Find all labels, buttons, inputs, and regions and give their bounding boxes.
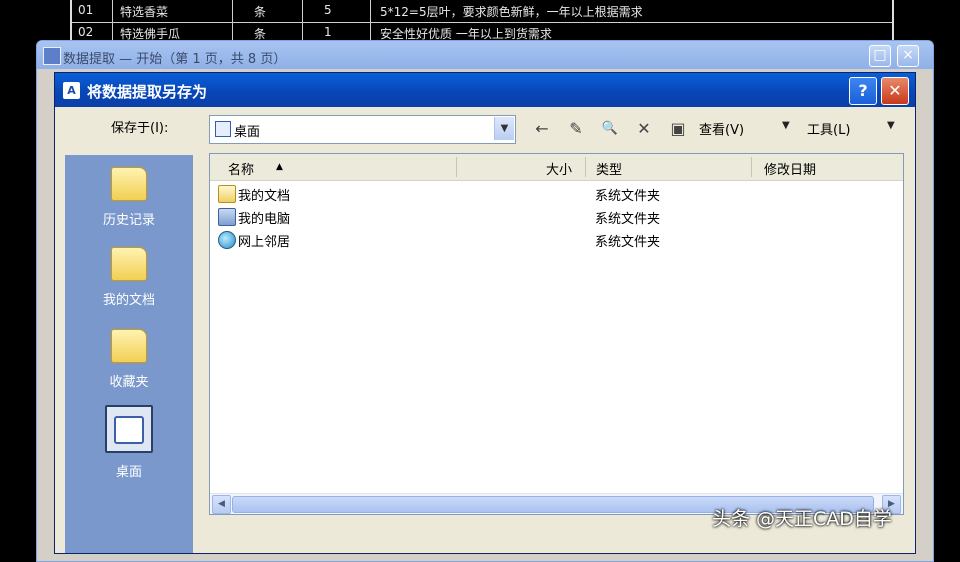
place-history[interactable]: 历史记录 — [65, 167, 193, 228]
bg-cell-qty: 5 — [324, 3, 332, 17]
file-list: 名称 ▲ 大小 类型 修改日期 我的文档 系统文件夹 我的电脑 系统文件夹 网上… — [209, 153, 904, 515]
bg-divider — [232, 0, 233, 44]
bg-cell-qty: 1 — [324, 25, 332, 39]
parent-close-button[interactable]: × — [897, 45, 919, 67]
search-web-button[interactable]: 🔍 — [597, 117, 623, 141]
dialog-title: 将数据提取另存为 — [87, 83, 208, 101]
favorites-folder-icon — [111, 329, 147, 363]
new-folder-button[interactable]: ▣ — [665, 117, 691, 141]
save-as-dialog: A 将数据提取另存为 ? ✕ 保存于(I): 桌面 ▼ ← ✎ 🔍 ✕ ▣ 查看… — [54, 72, 916, 554]
desktop-icon — [105, 405, 153, 453]
save-in-label: 保存于(I): — [111, 121, 169, 136]
place-favorites[interactable]: 收藏夹 — [65, 329, 193, 390]
tools-menu-button[interactable]: 工具(L) — [807, 119, 850, 138]
chevron-down-icon[interactable]: ▼ — [782, 120, 790, 131]
column-header-modified[interactable]: 修改日期 — [764, 159, 816, 178]
bg-divider — [112, 0, 113, 44]
column-header-type[interactable]: 类型 — [596, 159, 622, 178]
my-computer-icon — [218, 208, 236, 226]
bg-cell-num: 02 — [78, 25, 94, 39]
file-list-header: 名称 ▲ 大小 类型 修改日期 — [210, 154, 903, 181]
place-label: 桌面 — [115, 465, 142, 480]
file-row[interactable]: 网上邻居 系统文件夹 — [218, 228, 898, 250]
back-button[interactable]: ← — [529, 117, 555, 141]
column-divider[interactable] — [751, 157, 752, 177]
place-label: 历史记录 — [102, 213, 155, 228]
bg-divider — [370, 0, 371, 44]
close-button[interactable]: ✕ — [881, 77, 909, 105]
chevron-down-icon[interactable]: ▼ — [887, 120, 895, 131]
file-type: 系统文件夹 — [595, 189, 661, 204]
help-button[interactable]: ? — [849, 77, 877, 105]
bg-cell-name: 特选香菜 — [120, 5, 169, 19]
my-documents-icon — [111, 247, 147, 281]
column-divider[interactable] — [585, 157, 586, 177]
bg-cell-num: 01 — [78, 3, 94, 17]
column-header-name[interactable]: 名称 — [228, 159, 254, 178]
chevron-down-icon[interactable]: ▼ — [494, 117, 514, 140]
places-bar: 历史记录 我的文档 收藏夹 桌面 — [65, 155, 193, 553]
file-name: 我的文档 — [238, 189, 291, 204]
save-in-dropdown[interactable]: 桌面 ▼ — [209, 115, 516, 144]
dialog-title-bar: A 将数据提取另存为 ? ✕ — [55, 73, 915, 107]
up-folder-button[interactable]: ✎ — [563, 117, 589, 141]
parent-title-bar: 数据提取 — 开始（第 1 页，共 8 页） □ × — [37, 41, 933, 69]
column-header-size[interactable]: 大小 — [546, 159, 572, 178]
place-my-documents[interactable]: 我的文档 — [65, 247, 193, 308]
bg-divider — [302, 0, 303, 44]
maximize-button[interactable]: □ — [869, 45, 891, 67]
file-name: 网上邻居 — [238, 235, 291, 250]
watermark: 头条 @天正CAD自学 — [712, 508, 892, 530]
app-icon — [43, 47, 61, 65]
save-in-value: 桌面 — [234, 125, 261, 140]
place-label: 我的文档 — [102, 293, 155, 308]
history-folder-icon — [111, 167, 147, 201]
file-type: 系统文件夹 — [595, 235, 661, 250]
scroll-left-icon[interactable]: ◀ — [212, 495, 231, 514]
views-menu-button[interactable]: 查看(V) — [699, 119, 744, 138]
app-icon: A — [63, 82, 80, 99]
desktop-icon — [215, 121, 231, 137]
file-row[interactable]: 我的电脑 系统文件夹 — [218, 205, 898, 227]
delete-button[interactable]: ✕ — [631, 117, 657, 141]
file-row[interactable]: 我的文档 系统文件夹 — [218, 182, 898, 204]
place-label: 收藏夹 — [109, 375, 149, 390]
network-icon — [218, 231, 236, 249]
my-documents-icon — [218, 185, 236, 203]
parent-window-title: 数据提取 — 开始（第 1 页，共 8 页） — [63, 52, 287, 67]
sort-ascending-icon: ▲ — [276, 162, 283, 172]
bg-cell-unit: 条 — [254, 5, 267, 19]
column-divider[interactable] — [456, 157, 457, 177]
file-type: 系统文件夹 — [595, 212, 661, 227]
bg-cell-note: 5*12=5层叶，要求颜色新鲜，一年以上根据需求 — [380, 5, 643, 19]
background-cad-table: 01 特选香菜 条 5 5*12=5层叶，要求颜色新鲜，一年以上根据需求 02 … — [70, 0, 894, 45]
bg-table-row: 01 特选香菜 条 5 5*12=5层叶，要求颜色新鲜，一年以上根据需求 — [72, 0, 892, 23]
file-name: 我的电脑 — [238, 212, 291, 227]
place-desktop[interactable]: 桌面 — [65, 405, 193, 480]
